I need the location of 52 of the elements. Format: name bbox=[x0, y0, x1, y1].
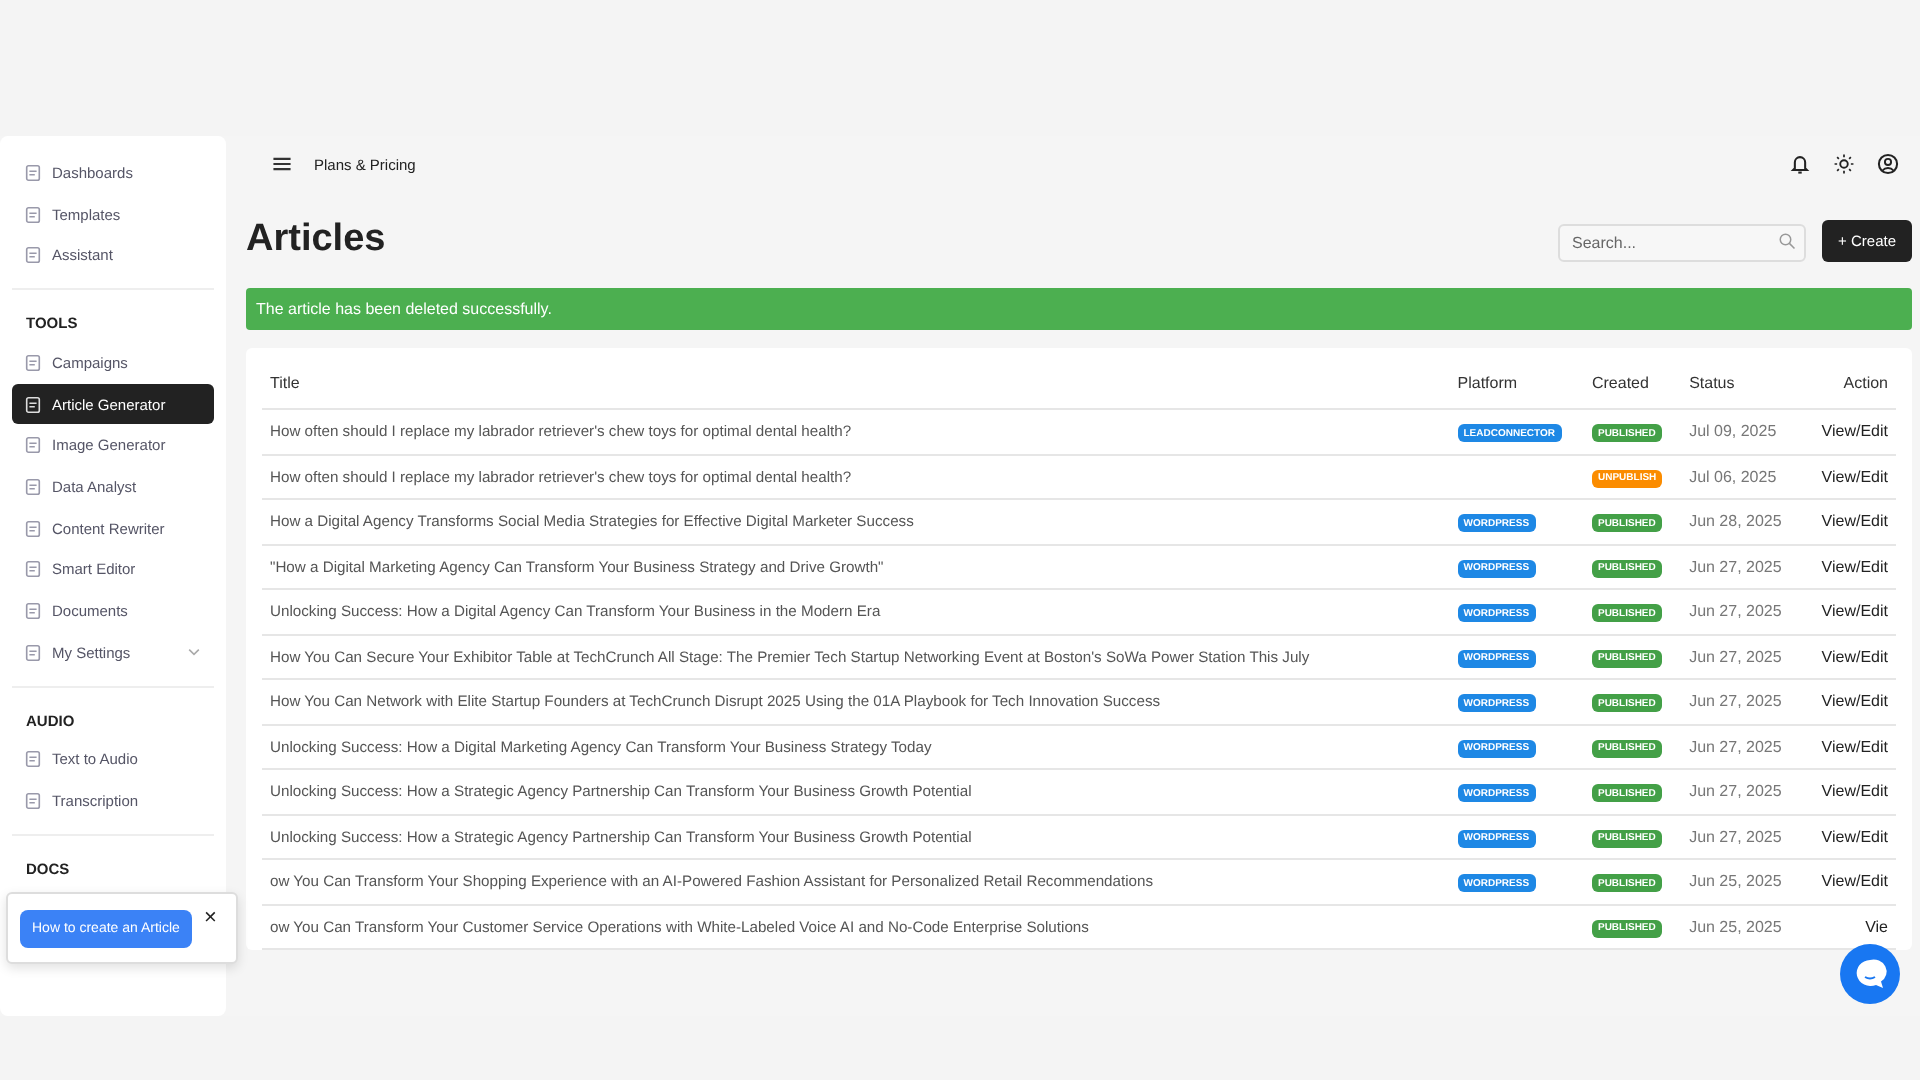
date-text: Jun 27, 2025 bbox=[1689, 827, 1782, 846]
page-icon bbox=[24, 436, 42, 455]
page-icon bbox=[24, 353, 42, 372]
column-header: Created bbox=[1583, 356, 1682, 409]
success-alert: The article has been deleted successfully. bbox=[246, 288, 1912, 330]
close-button[interactable]: × bbox=[199, 906, 221, 930]
page-icon bbox=[24, 163, 42, 182]
column-header: Action bbox=[1803, 356, 1896, 409]
view-edit-link[interactable]: View/Edit bbox=[1821, 422, 1888, 441]
page-icon bbox=[24, 643, 42, 662]
page-icon bbox=[24, 246, 42, 265]
page-icon bbox=[24, 395, 42, 414]
page-icon bbox=[24, 477, 42, 496]
view-edit-link[interactable]: Vie bbox=[1865, 917, 1888, 936]
date-text: Jun 25, 2025 bbox=[1689, 917, 1782, 936]
view-edit-link[interactable]: View/Edit bbox=[1821, 827, 1888, 846]
view-edit-link[interactable]: View/Edit bbox=[1821, 512, 1888, 531]
page-icon bbox=[24, 205, 42, 224]
column-header: Platform bbox=[1449, 356, 1584, 409]
view-edit-link[interactable]: View/Edit bbox=[1821, 782, 1888, 801]
view-edit-link[interactable]: View/Edit bbox=[1821, 872, 1888, 891]
chat-bubble-icon[interactable] bbox=[1840, 944, 1900, 1004]
date-text: Jun 28, 2025 bbox=[1689, 512, 1782, 531]
date-text: Jun 25, 2025 bbox=[1689, 872, 1782, 891]
view-edit-link[interactable]: View/Edit bbox=[1821, 602, 1888, 621]
view-edit-link[interactable]: View/Edit bbox=[1821, 647, 1888, 666]
date-text: Jun 27, 2025 bbox=[1689, 782, 1782, 801]
column-header: Status bbox=[1681, 356, 1804, 409]
date-text: Jun 27, 2025 bbox=[1689, 647, 1782, 666]
page-icon bbox=[24, 560, 42, 579]
date-text: Jun 27, 2025 bbox=[1689, 602, 1782, 621]
date-text: Jun 27, 2025 bbox=[1689, 692, 1782, 711]
page-icon bbox=[24, 750, 42, 769]
view-edit-link[interactable]: View/Edit bbox=[1821, 557, 1888, 576]
date-text: Jul 09, 2025 bbox=[1689, 422, 1777, 441]
view-edit-link[interactable]: View/Edit bbox=[1821, 467, 1888, 486]
view-edit-link[interactable]: View/Edit bbox=[1821, 692, 1888, 711]
page-icon bbox=[24, 602, 42, 621]
page-icon bbox=[24, 792, 42, 811]
page-title: Articles bbox=[246, 218, 386, 262]
sun-icon[interactable] bbox=[1832, 152, 1856, 176]
page-icon bbox=[24, 519, 42, 538]
bell-icon[interactable] bbox=[1788, 152, 1812, 176]
date-text: Jun 27, 2025 bbox=[1689, 737, 1782, 756]
date-text: Jun 27, 2025 bbox=[1689, 557, 1782, 576]
search-field[interactable]: Search... bbox=[1558, 223, 1807, 261]
menu-icon[interactable] bbox=[270, 152, 294, 176]
view-edit-link[interactable]: View/Edit bbox=[1821, 737, 1888, 756]
column-header: Title bbox=[262, 356, 1450, 409]
user-icon[interactable] bbox=[1876, 152, 1900, 176]
date-text: Jul 06, 2025 bbox=[1689, 467, 1777, 486]
search-icon bbox=[1778, 231, 1797, 249]
